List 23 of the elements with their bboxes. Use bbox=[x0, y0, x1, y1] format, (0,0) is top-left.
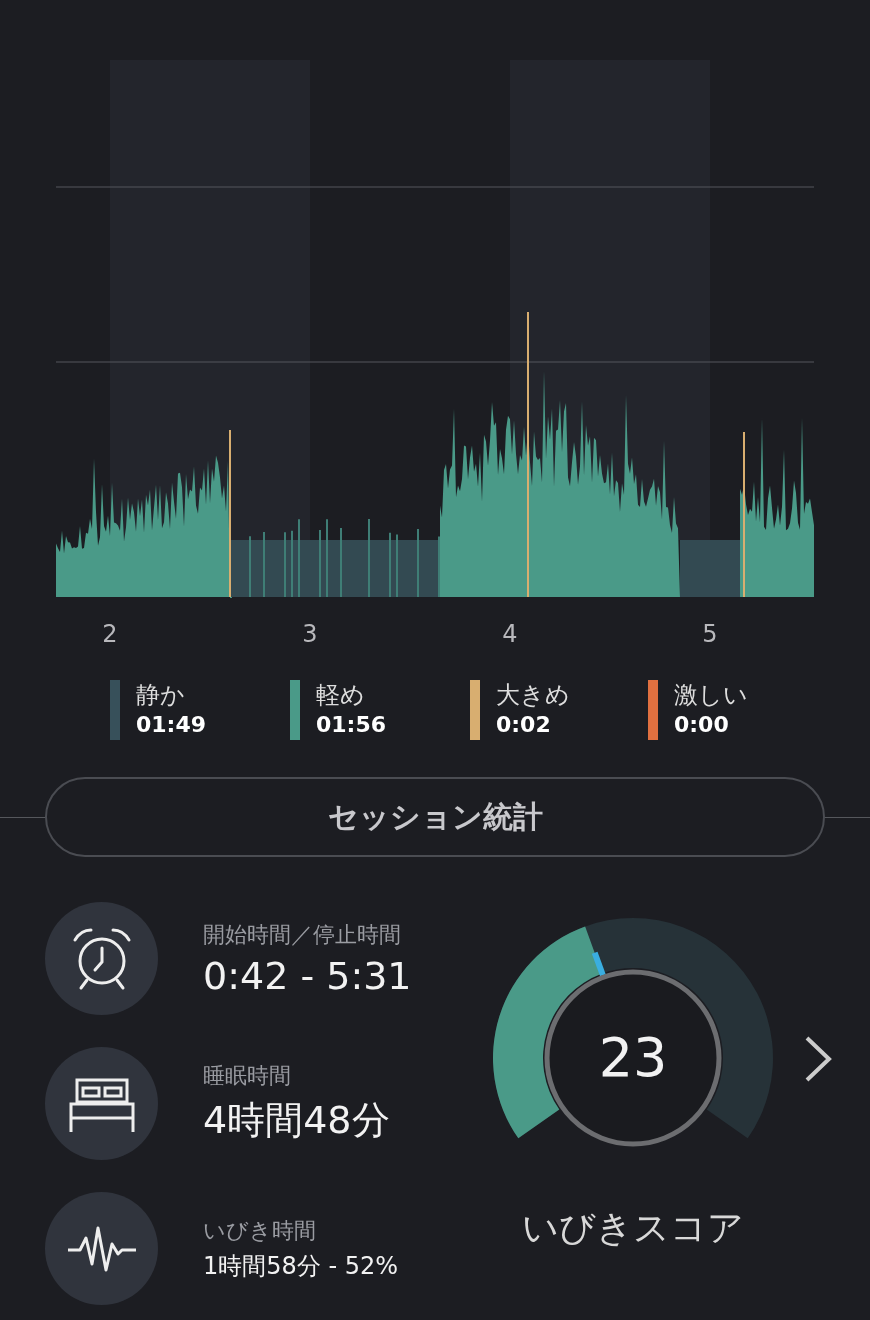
legend-label: 静か bbox=[136, 680, 186, 710]
legend-label: 軽め bbox=[316, 680, 366, 710]
legend-label: 大きめ bbox=[496, 680, 570, 710]
stat-label: 開始時間／停止時間 bbox=[203, 920, 402, 949]
axis-label: 3 bbox=[302, 620, 318, 648]
legend-duration: 01:56 bbox=[316, 711, 387, 739]
stat-value: 4時間48分 bbox=[203, 1097, 390, 1144]
session-stats-button[interactable]: セッション統計 bbox=[45, 777, 825, 857]
stat-label: いびき時間 bbox=[203, 1216, 317, 1245]
axis-label: 4 bbox=[502, 620, 518, 648]
legend-duration: 0:02 bbox=[496, 711, 552, 739]
gauge-marker bbox=[591, 951, 606, 977]
legend-label: 激しい bbox=[674, 680, 748, 710]
score-label: いびきスコア bbox=[522, 1206, 744, 1250]
stat-value: 0:42 - 5:31 bbox=[203, 953, 412, 998]
stat-label: 睡眠時間 bbox=[203, 1062, 292, 1090]
score-value: 23 bbox=[597, 1026, 669, 1090]
axis-label: 2 bbox=[102, 620, 118, 648]
axis-label: 5 bbox=[702, 620, 718, 648]
stat-value: 1時間58分 - 52% bbox=[203, 1250, 399, 1282]
legend-duration: 0:00 bbox=[674, 711, 730, 739]
legend-duration: 01:49 bbox=[136, 711, 207, 739]
chevron-right-icon[interactable] bbox=[803, 1034, 833, 1084]
